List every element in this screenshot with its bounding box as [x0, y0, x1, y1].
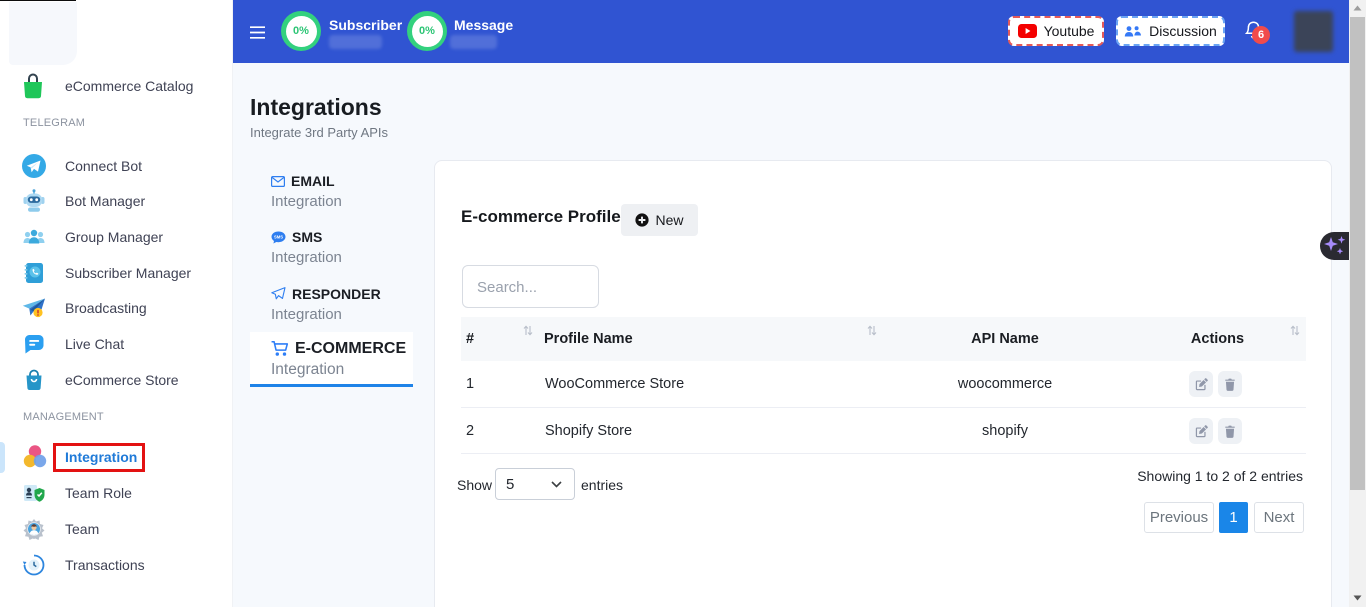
svg-text:SMS: SMS — [274, 234, 283, 239]
